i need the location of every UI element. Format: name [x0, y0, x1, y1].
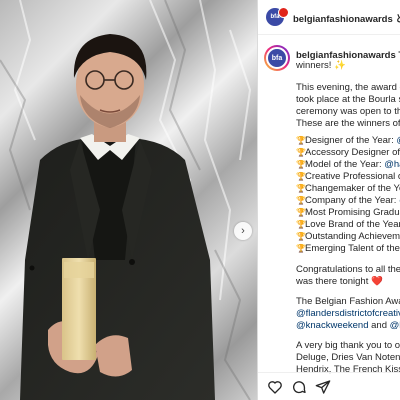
- award-item: 🏆Most Promising Graduate: [296, 207, 400, 219]
- share-icon[interactable]: [314, 378, 332, 396]
- heart-icon[interactable]: [266, 378, 284, 396]
- award-label: Company of the Year:: [305, 195, 400, 206]
- post-author-header[interactable]: belgianfashionawards と 他: [293, 11, 400, 25]
- award-label: Most Promising Graduate: [305, 207, 400, 218]
- trophy-icon: 🏆: [296, 148, 306, 157]
- caption-line: took place at the Bourla sch: [296, 94, 400, 105]
- trophy-icon: 🏆: [296, 220, 306, 229]
- award-label: Creative Professional of: [305, 171, 400, 182]
- congrats-line: Congratulations to all the w: [296, 264, 400, 275]
- award-label: Love Brand of the Year:: [305, 219, 400, 230]
- trophy-icon: 🏆: [296, 160, 306, 169]
- collab-avatar[interactable]: [278, 7, 289, 18]
- award-item: 🏆Creative Professional of: [296, 171, 400, 183]
- award-label: Changemaker of the Yea: [305, 183, 400, 194]
- post-header: bfa belgianfashionawards と 他: [258, 0, 400, 35]
- trophy-icon: 🏆: [296, 208, 306, 217]
- trophy-icon: 🏆: [296, 232, 306, 241]
- trophy-icon: 🏆: [296, 244, 306, 253]
- award-label: Model of the Year:: [305, 159, 385, 170]
- photo-illustration: [0, 0, 252, 400]
- caption-avatar[interactable]: bfa: [266, 47, 288, 69]
- award-item: 🏆Company of the Year: @: [296, 195, 400, 207]
- thanks-line: Deluge, Dries Van Noten, S: [296, 352, 400, 363]
- trophy-icon: 🏆: [296, 136, 306, 145]
- award-label: Designer of the Year:: [305, 135, 397, 146]
- thanks-line: A very big thank you to our: [296, 340, 400, 351]
- chevron-right-icon[interactable]: ›: [234, 222, 252, 240]
- partners-line: @knackweekend and @levi: [296, 320, 400, 332]
- award-mention[interactable]: @j: [396, 135, 400, 146]
- award-item: 🏆Outstanding Achievemen: [296, 231, 400, 243]
- award-item: 🏆Designer of the Year: @j: [296, 135, 400, 147]
- trophy-icon: 🏆: [296, 184, 306, 193]
- award-item: 🏆Love Brand of the Year: (: [296, 219, 400, 231]
- post-actions: [258, 372, 400, 400]
- award-label: Emerging Talent of the Ye: [305, 243, 400, 254]
- award-item: 🏆Changemaker of the Yea: [296, 183, 400, 195]
- caption-title-cont: winners! ✨: [296, 60, 346, 71]
- award-label: Accessory Designer of th: [305, 147, 400, 158]
- partners-line: The Belgian Fashion Awards: [296, 296, 400, 307]
- partners-and: and: [368, 320, 390, 331]
- award-label: Outstanding Achievemen: [305, 231, 400, 242]
- award-mention[interactable]: @han: [384, 159, 400, 170]
- caption-line: These are the winners of th: [296, 118, 400, 129]
- comment-icon[interactable]: [290, 378, 308, 396]
- congrats-line: was there tonight ❤️: [296, 276, 383, 287]
- post-panel: bfa belgianfashionawards と 他 bfa belgian…: [257, 0, 400, 400]
- caption-avatar-text: bfa: [271, 54, 283, 62]
- post-photo[interactable]: ›: [0, 0, 257, 400]
- award-item: 🏆Accessory Designer of th: [296, 147, 400, 159]
- partners-mention[interactable]: @knackweekend: [296, 320, 369, 331]
- partners-mention[interactable]: @flandersdistrictofcreativit: [296, 308, 400, 320]
- caption-line: ceremony was open to the p: [296, 106, 400, 117]
- post-caption: bfa belgianfashionawards These winners! …: [258, 40, 400, 365]
- trophy-icon: 🏆: [296, 196, 306, 205]
- partners-mention[interactable]: @levi: [390, 320, 400, 331]
- trophy-icon: 🏆: [296, 172, 306, 181]
- caption-line: This evening, the award cer: [296, 82, 400, 93]
- award-item: 🏆Emerging Talent of the Ye: [296, 243, 400, 255]
- award-item: 🏆Model of the Year: @han: [296, 159, 400, 171]
